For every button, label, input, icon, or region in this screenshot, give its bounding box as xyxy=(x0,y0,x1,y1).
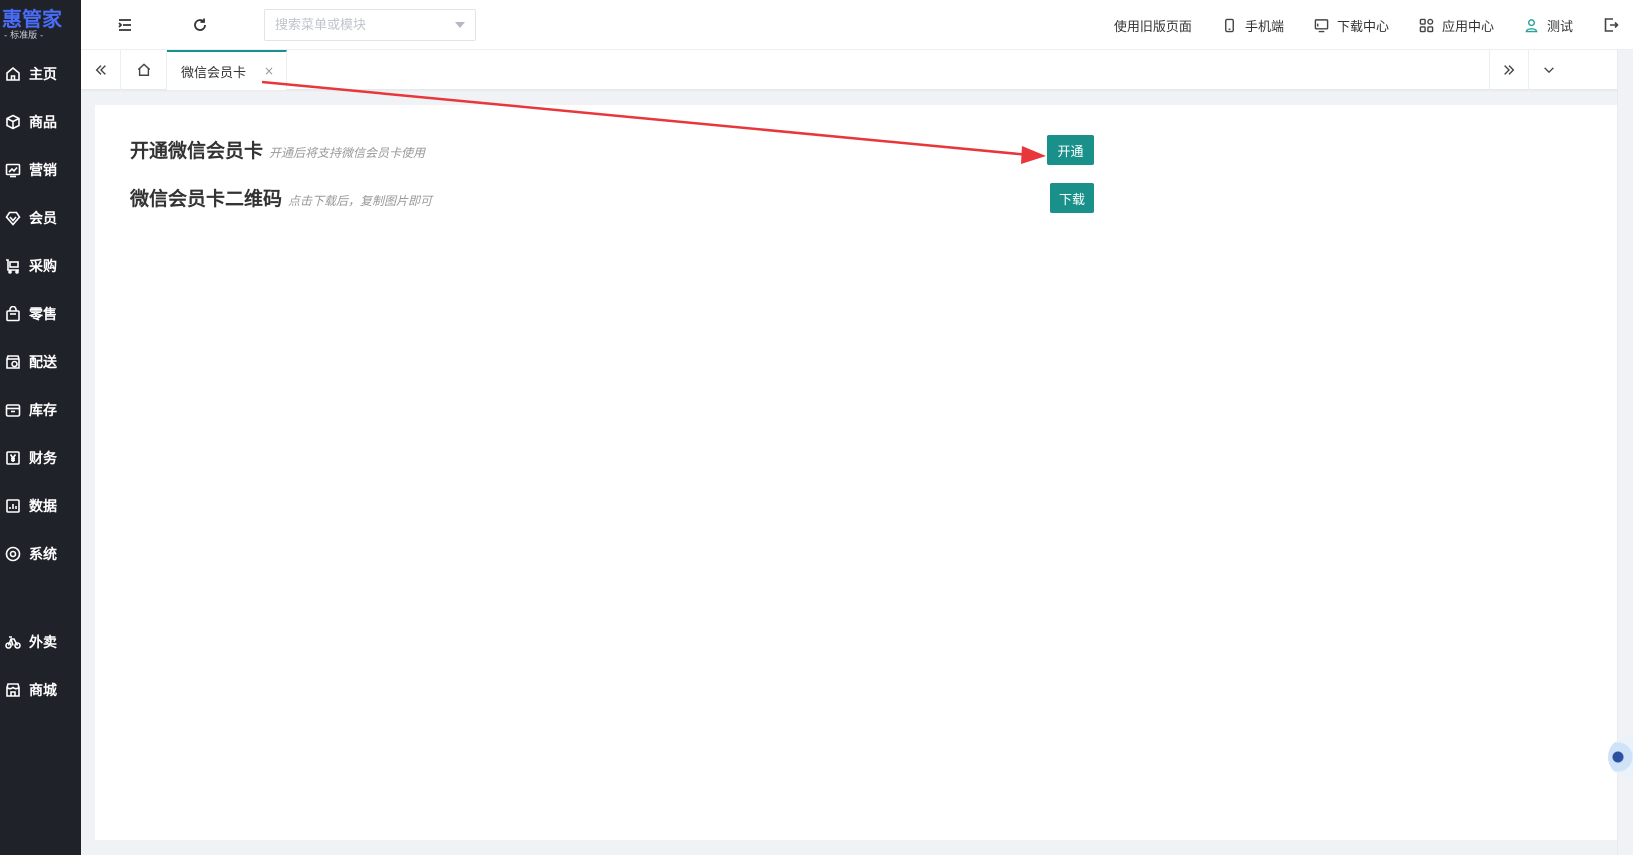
sidebar-item-system[interactable]: 系统 xyxy=(0,530,81,578)
sidebar-item-inventory[interactable]: 库存 xyxy=(0,386,81,434)
bars-icon xyxy=(6,499,20,513)
cart-icon xyxy=(6,259,19,274)
tabs-scroll-left-button[interactable] xyxy=(81,50,121,90)
top-header: 使用旧版页面 手机端 下载中心 应用中心 测试 xyxy=(81,0,1633,50)
menu-toggle-button[interactable] xyxy=(115,15,135,35)
logo-subtitle: - 标准版 - xyxy=(4,31,44,41)
monitor-icon xyxy=(1314,18,1329,32)
close-icon[interactable]: × xyxy=(264,64,274,78)
old-page-label: 使用旧版页面 xyxy=(1113,19,1192,35)
sidebar-item-delivery[interactable]: 配送 xyxy=(0,338,81,386)
tab-bar: 微信会员卡 × xyxy=(81,50,1633,90)
sidebar-item-goods[interactable]: 商品 xyxy=(0,98,81,146)
mobile-label: 手机端 xyxy=(1244,19,1284,35)
tabs-scroll-right-button[interactable] xyxy=(1489,50,1529,90)
sidebar-item-home[interactable]: 主页 xyxy=(0,50,81,98)
open-card-hint: 开通后将支持微信会员卡使用 xyxy=(269,146,426,160)
bike-icon xyxy=(5,636,21,649)
tab-home[interactable] xyxy=(121,50,167,90)
sidebar-item-label: 系统 xyxy=(29,547,57,563)
sidebar-item-marketing[interactable]: 营销 xyxy=(0,146,81,194)
search-input[interactable] xyxy=(265,10,445,40)
double-chevron-right-icon xyxy=(1504,65,1515,75)
tab-wechat-member-card[interactable]: 微信会员卡 × xyxy=(167,50,287,90)
logo[interactable]: 惠管家 - 标准版 - xyxy=(0,0,81,50)
sidebar-item-data[interactable]: 数据 xyxy=(0,482,81,530)
user-name: 测试 xyxy=(1546,19,1573,35)
sidebar-item-member[interactable]: 会员 xyxy=(0,194,81,242)
home-icon xyxy=(137,63,150,76)
store-icon xyxy=(6,355,20,369)
download-button[interactable]: 下载 xyxy=(1050,183,1094,213)
logo-title: 惠管家 xyxy=(2,7,62,31)
sidebar-item-label: 商城 xyxy=(29,683,57,699)
diamond-icon xyxy=(5,211,21,226)
sidebar-item-label: 采购 xyxy=(29,259,57,275)
user-menu[interactable]: 测试 xyxy=(1524,16,1573,35)
sidebar-item-label: 外卖 xyxy=(29,635,57,651)
open-button[interactable]: 开通 xyxy=(1047,135,1094,165)
qrcode-hint: 点击下载后，复制图片即可 xyxy=(288,194,433,208)
mobile-link[interactable]: 手机端 xyxy=(1222,16,1284,35)
shop-icon xyxy=(6,683,20,697)
menu-fold-icon xyxy=(118,19,131,31)
apps-icon xyxy=(1419,18,1434,32)
sidebar-spacer xyxy=(0,578,81,618)
sidebar-item-label: 库存 xyxy=(29,403,57,419)
open-card-title: 开通微信会员卡 xyxy=(130,140,264,162)
sidebar-item-label: 数据 xyxy=(29,499,57,515)
sidebar-item-label: 配送 xyxy=(29,355,57,371)
user-icon xyxy=(1525,18,1538,32)
refresh-button[interactable] xyxy=(190,15,210,35)
chart-icon xyxy=(5,163,21,178)
sidebar-item-mall[interactable]: 商城 xyxy=(0,666,81,714)
tab-label: 微信会员卡 xyxy=(181,65,247,81)
chevron-down-icon xyxy=(1544,67,1554,74)
sidebar-nav: 主页 商品 营销 会员 采购 零售 配送 库存 财务 数据 系统 外卖 商城 xyxy=(0,50,81,714)
sidebar: 惠管家 - 标准版 - 主页 商品 营销 会员 采购 零售 配送 库存 财务 数… xyxy=(0,0,81,855)
sidebar-item-label: 会员 xyxy=(29,211,57,227)
download-center-link[interactable]: 下载中心 xyxy=(1314,16,1389,35)
search-box[interactable] xyxy=(264,9,476,41)
box-icon xyxy=(6,114,20,130)
header-actions: 使用旧版页面 手机端 下载中心 应用中心 测试 xyxy=(1114,0,1633,50)
sidebar-item-label: 商品 xyxy=(29,115,57,131)
tabs-menu-button[interactable] xyxy=(1529,50,1569,90)
download-center-label: 下载中心 xyxy=(1336,19,1389,35)
sidebar-item-label: 零售 xyxy=(29,307,57,323)
logout-button[interactable] xyxy=(1603,17,1619,33)
app-center-link[interactable]: 应用中心 xyxy=(1419,16,1494,35)
sidebar-item-takeout[interactable]: 外卖 xyxy=(0,618,81,666)
sidebar-item-purchase[interactable]: 采购 xyxy=(0,242,81,290)
mobile-icon xyxy=(1224,18,1234,32)
double-chevron-left-icon xyxy=(95,65,106,75)
chevron-down-icon[interactable] xyxy=(455,22,465,28)
settings-icon xyxy=(5,546,21,562)
sidebar-item-finance[interactable]: 财务 xyxy=(0,434,81,482)
archive-icon xyxy=(5,404,21,417)
sidebar-item-retail[interactable]: 零售 xyxy=(0,290,81,338)
main-content: 开通微信会员卡 开通后将支持微信会员卡使用 开通 微信会员卡二维码 点击下载后，… xyxy=(95,105,1617,840)
logout-icon xyxy=(1604,18,1619,32)
sidebar-item-label: 主页 xyxy=(29,67,57,83)
qrcode-title: 微信会员卡二维码 xyxy=(130,188,283,210)
sidebar-item-label: 财务 xyxy=(29,451,57,467)
open-card-row: 开通微信会员卡 开通后将支持微信会员卡使用 xyxy=(130,136,425,163)
scrollbar[interactable] xyxy=(1617,50,1633,855)
qrcode-row: 微信会员卡二维码 点击下载后，复制图片即可 xyxy=(130,184,432,211)
yen-icon xyxy=(6,451,20,465)
refresh-icon xyxy=(194,18,206,31)
sidebar-item-label: 营销 xyxy=(29,163,57,179)
old-page-link[interactable]: 使用旧版页面 xyxy=(1114,16,1192,35)
bag-icon xyxy=(6,306,20,322)
home-icon xyxy=(6,66,20,81)
app-center-label: 应用中心 xyxy=(1441,19,1494,35)
